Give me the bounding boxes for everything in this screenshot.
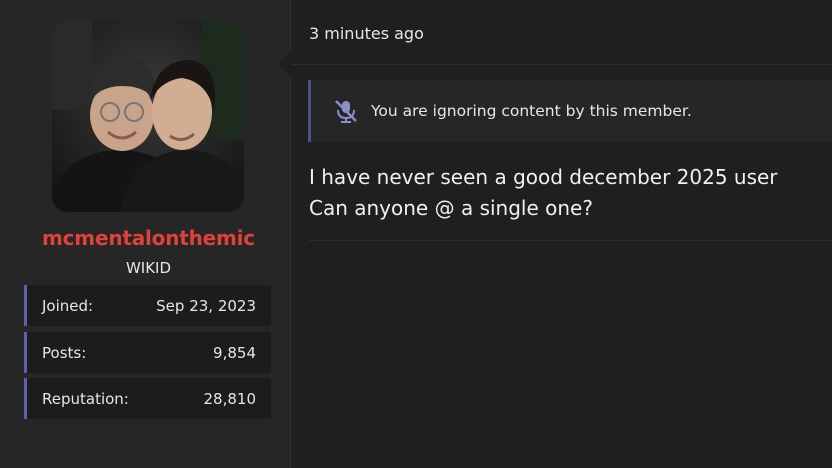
post-body: I have never seen a good december 2025 u… (309, 162, 778, 224)
avatar[interactable] (52, 20, 244, 212)
avatar-image (52, 20, 244, 212)
stat-value: 28,810 (203, 389, 257, 408)
stat-label: Posts: (42, 343, 87, 362)
post-body-line: Can anyone @ a single one? (309, 196, 593, 220)
stat-value: Sep 23, 2023 (156, 296, 256, 315)
post-body-line: I have never seen a good december 2025 u… (309, 165, 778, 189)
sidebar-pointer (277, 50, 291, 78)
ignore-notice-text: You are ignoring content by this member. (371, 102, 692, 120)
user-title: WIKID (125, 259, 172, 277)
username[interactable]: mcmentalonthemic (0, 226, 297, 250)
stat-reputation: Reputation: 28,810 (24, 378, 271, 419)
ignore-notice: You are ignoring content by this member. (308, 80, 832, 142)
post-timestamp[interactable]: 3 minutes ago (309, 24, 424, 43)
stat-label: Joined: (42, 296, 94, 315)
muted-microphone-icon (333, 98, 359, 124)
divider (292, 64, 832, 65)
stat-label: Reputation: (42, 389, 129, 408)
user-sidebar: mcmentalonthemic WIKID Joined: Sep 23, 2… (0, 0, 291, 468)
stat-value: 9,854 (213, 343, 256, 362)
stat-joined: Joined: Sep 23, 2023 (24, 285, 271, 326)
stat-posts: Posts: 9,854 (24, 332, 271, 373)
divider (309, 240, 832, 241)
